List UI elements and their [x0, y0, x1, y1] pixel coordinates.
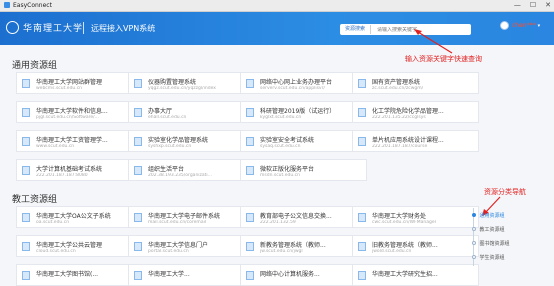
resource-icon [358, 137, 366, 146]
university-seal-icon [6, 21, 19, 34]
resource-card[interactable]: 华南理工大学财务处 cwc.scut.edu.cn/WFManager [352, 206, 479, 228]
nav-dot-icon [471, 227, 476, 231]
resource-icon [134, 137, 142, 146]
resource-card[interactable]: 新教务管理系统（教师... jw.scut.edu.cn/jwgl [240, 235, 367, 257]
resource-icon [134, 213, 142, 222]
resource-card[interactable]: 微软正版化服务平台 msdn.scut.edu.cn [240, 159, 367, 181]
close-button[interactable]: ✕ [545, 1, 551, 9]
resource-icon [358, 108, 366, 117]
nav-dot-icon [471, 255, 476, 259]
resource-card[interactable]: 网络中心网上业务办理平台 serverv.scut.edu.cn/applisvr… [240, 72, 367, 94]
resource-icon [134, 166, 142, 175]
resource-icon [246, 79, 254, 88]
resource-icon [358, 213, 366, 222]
resource-icon [134, 271, 142, 280]
university-logo: 华南理工大学 [6, 21, 83, 34]
resource-card[interactable]: 实验室化学品管理系统 syshxp.scut.edu.cn [128, 130, 255, 152]
resource-card[interactable]: 国有资产管理系统 zc.scut.edu.cn/zcwgm/ [352, 72, 479, 94]
resource-category-nav: 通用资源组 教工资源组 图书馆资源组 学生资源组 [470, 208, 510, 266]
resource-card[interactable]: 华南理工大学... [128, 264, 255, 286]
resource-search: 资源搜索 [340, 24, 471, 35]
resource-card[interactable]: 仪器购置管理系统 yqgz.scut.edu.cn/yqzzgl/index [128, 72, 255, 94]
resource-card[interactable]: 大学计算机基础考试系统 222.201.187.187:8080 [16, 159, 143, 181]
resource-icon [22, 213, 30, 222]
username[interactable]: chen*** [512, 22, 536, 29]
nav-item-staff[interactable]: 教工资源组 [470, 222, 510, 236]
resource-card[interactable]: 科研管理2019版（试运行） kyglxt.scut.edu.cn [240, 101, 367, 123]
search-input[interactable] [377, 26, 448, 33]
annotation-nav-hint: 资源分类导航 [484, 188, 526, 196]
resource-card[interactable]: 华南理工大学公共云管理 cloud.scut.edu.cn [16, 235, 143, 257]
resource-card[interactable]: 旧教务管理系统（教师... jwold.scut.edu.cn [352, 235, 479, 257]
nav-item-common[interactable]: 通用资源组 [470, 208, 510, 222]
resource-icon [246, 166, 254, 175]
resource-card[interactable]: 华南理工大学图书馆(... [16, 264, 143, 286]
resource-icon [246, 271, 254, 280]
resource-card[interactable]: 化工学院危险化学品管理... 222.201.135.22/ccglsys [352, 101, 479, 123]
resource-icon [134, 108, 142, 117]
system-title: 远程接入VPN系统 [91, 24, 156, 33]
resource-card[interactable]: 实验室安全考试系统 sysaq.scut.edu.cn [240, 130, 367, 152]
resource-icon [22, 271, 30, 280]
resource-icon [22, 137, 30, 146]
resource-card[interactable]: 华南理工大学软件和信息... pjgl.scut.edu.cn/Software/… [16, 101, 143, 123]
resource-card[interactable]: 组织生活平台 202.38.193.235/organizati... [128, 159, 255, 181]
nav-item-library[interactable]: 图书馆资源组 [470, 236, 510, 250]
resource-icon [358, 271, 366, 280]
resource-card[interactable]: 单片机应用系统设计课程... 222.201.187.187/course [352, 130, 479, 152]
window-titlebar: EasyConnect — ☐ ✕ [0, 0, 554, 12]
app-icon [4, 2, 10, 8]
resource-icon [246, 213, 254, 222]
section-title-staff: 教工资源组 [12, 195, 58, 205]
resource-icon [22, 79, 30, 88]
resource-icon [246, 242, 254, 251]
resource-icon [22, 108, 30, 117]
resource-card[interactable]: 华南理工大学工资管理学... www.scut.edu.cn [16, 130, 143, 152]
minimize-button[interactable]: — [514, 1, 521, 9]
resource-card[interactable]: 华南理工大学信息门户 portal.scut.edu.cn [128, 235, 255, 257]
resource-icon [358, 79, 366, 88]
resource-card[interactable]: 办事大厅 ehall.scut.edu.cn [128, 101, 255, 123]
nav-dot-icon [471, 241, 476, 245]
resource-icon [22, 242, 30, 251]
resource-icon [246, 137, 254, 146]
user-menu[interactable]: chen*** ▾ [500, 21, 540, 30]
avatar[interactable] [500, 21, 509, 30]
resource-card[interactable]: 网络中心计算机服务... [240, 264, 367, 286]
maximize-button[interactable]: ☐ [530, 1, 536, 9]
resource-card[interactable]: 华南理工大学OA公文子系统 oa.scut.edu.cn [16, 206, 143, 228]
resource-icon [134, 242, 142, 251]
resource-card[interactable]: 教育部电子公文信息交换...222.201.132.59▽ [240, 206, 367, 228]
resource-card[interactable]: 华南理工大学网站群管理 webcms.scut.edu.cn [16, 72, 143, 94]
header-divider [83, 22, 84, 34]
section-title-common: 通用资源组 [12, 61, 58, 71]
nav-dot-icon [471, 213, 476, 217]
chevron-down-icon[interactable]: ▾ [538, 23, 541, 29]
resource-search-button[interactable]: 资源搜索 [340, 25, 372, 34]
resource-card[interactable]: 华南理工大学研究生招... [352, 264, 479, 286]
resource-icon [22, 166, 30, 175]
resource-icon [358, 242, 366, 251]
resource-icon [134, 79, 142, 88]
resource-icon [246, 108, 254, 117]
app-title: EasyConnect [4, 2, 52, 9]
nav-item-student[interactable]: 学生资源组 [470, 250, 510, 264]
annotation-search-hint: 输入资源关键字快速查询 [405, 55, 482, 63]
resource-card[interactable]: 华南理工大学电子邮件系统 mail.scut.edu.cn/coremail [128, 206, 255, 228]
